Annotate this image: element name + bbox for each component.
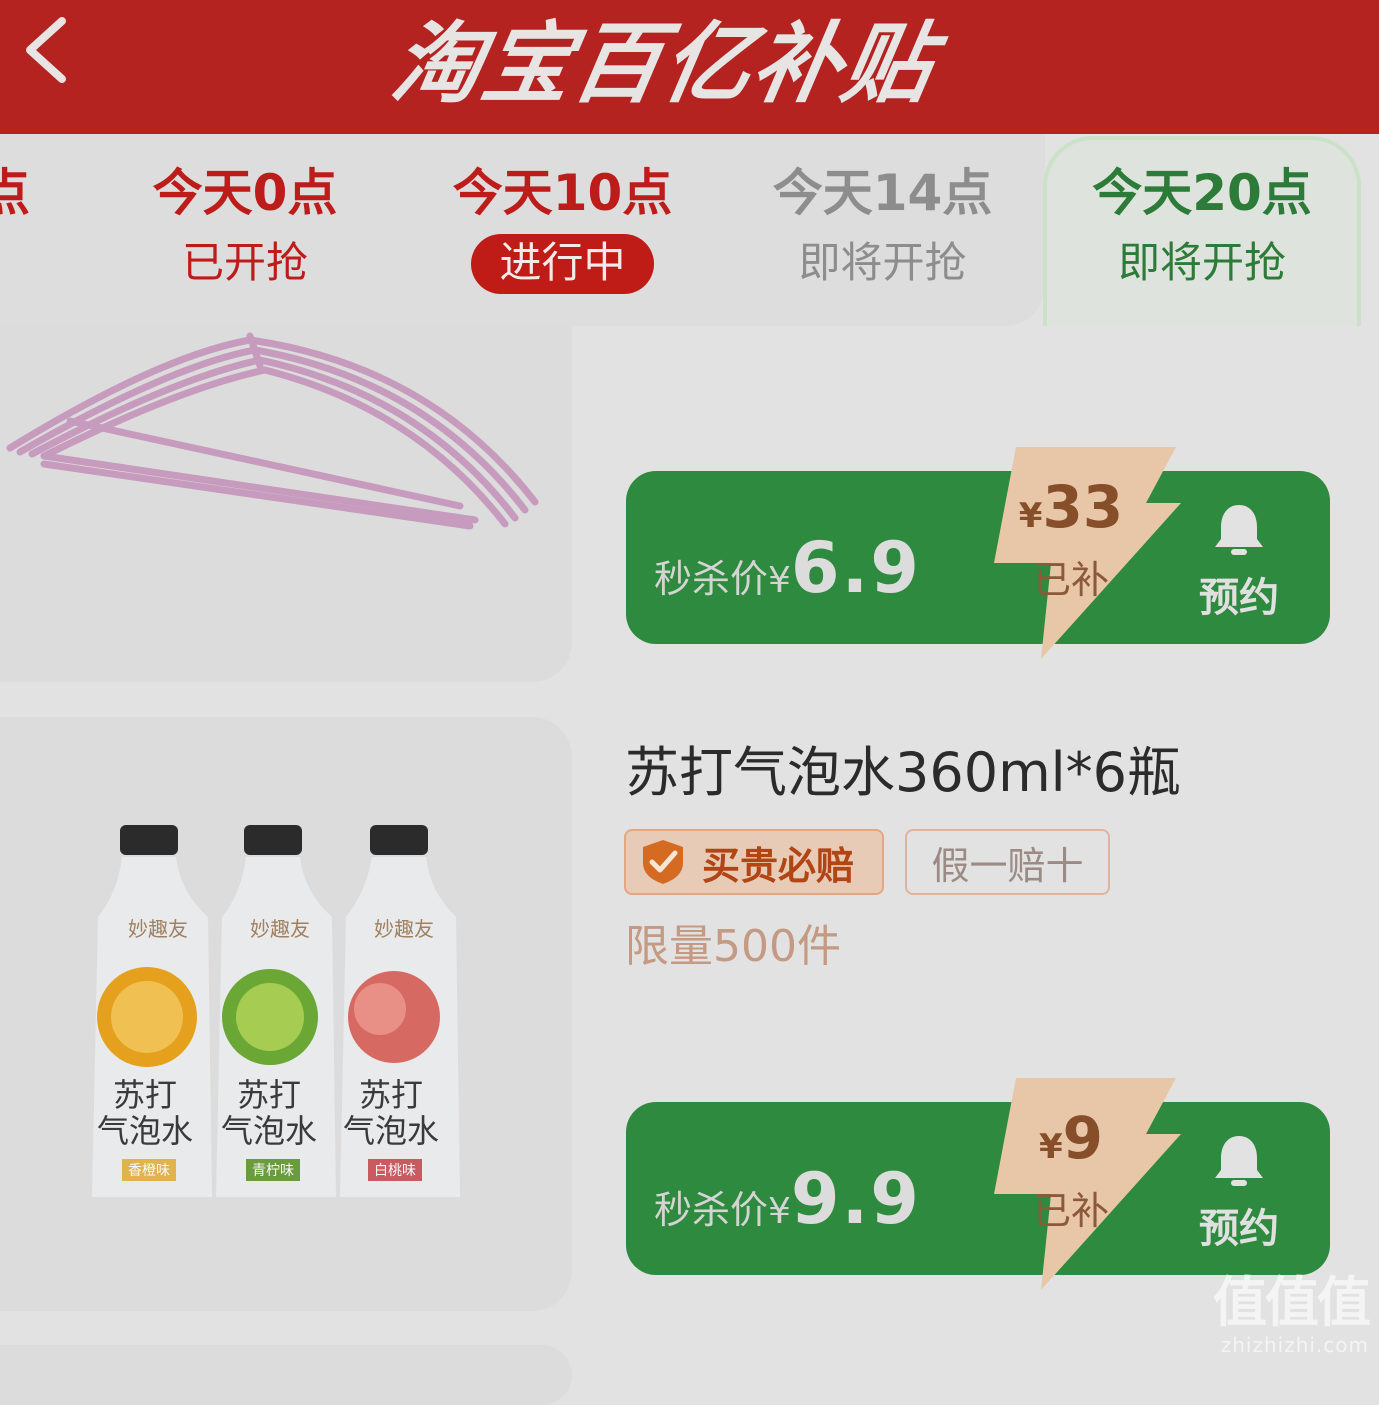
tab-time: 今天10点 <box>452 164 673 222</box>
price-value: 6.9 <box>790 527 921 609</box>
price-value: 9.9 <box>790 1158 921 1240</box>
bottle-name: 气泡水 <box>96 1112 193 1150</box>
bottle-flavor: 香橙味 <box>122 1159 176 1181</box>
watermark-site: zhizhizhi.com <box>1220 1333 1369 1357</box>
back-button[interactable] <box>10 10 80 90</box>
clothes-hanger-image <box>6 332 539 530</box>
price-label-group: 秒杀价¥9.9 <box>654 1158 921 1240</box>
tab-status: 即将开抢 <box>1117 238 1286 287</box>
bottle-brand: 妙趣友 <box>128 917 188 941</box>
tab-today-0[interactable]: 今天0点 已开抢 <box>130 160 360 300</box>
price-bar[interactable]: 秒杀价¥9.9 ¥9 已补 预约 <box>626 1078 1330 1290</box>
reserve-button[interactable]: 预约 <box>1174 501 1304 623</box>
price-label: 秒杀价 <box>654 1188 769 1232</box>
shield-check-icon <box>643 840 683 884</box>
bottle-name: 气泡水 <box>220 1112 317 1150</box>
bottle-name: 苏打 <box>236 1076 301 1114</box>
bottle-name: 苏打 <box>112 1076 177 1114</box>
tab-time: 点 <box>0 164 30 222</box>
bell-icon <box>1215 505 1263 555</box>
tab-today-10[interactable]: 今天10点 进行中 <box>440 160 685 300</box>
price-bar[interactable]: 秒杀价¥6.9 ¥33 已补 预约 <box>626 447 1330 659</box>
tab-time: 今天14点 <box>772 164 993 222</box>
bottle-name: 苏打 <box>358 1076 423 1114</box>
product-image-card[interactable] <box>0 326 572 682</box>
bottle-name: 气泡水 <box>342 1112 439 1150</box>
subsidy-label: 已补 <box>1032 558 1109 602</box>
reserve-label: 预约 <box>1199 1206 1279 1252</box>
badge-label: 假一赔十 <box>931 843 1084 888</box>
limit-quantity: 限量500件 <box>625 921 841 972</box>
bottle-brand: 妙趣友 <box>374 917 434 941</box>
product-image-card[interactable] <box>0 1345 572 1405</box>
tab-time: 今天20点 <box>1092 164 1312 222</box>
tab-today-20[interactable]: 今天20点 即将开抢 <box>1043 136 1361 326</box>
currency-symbol: ¥ <box>768 560 791 601</box>
subsidy-label: 已补 <box>1032 1189 1109 1233</box>
reserve-button[interactable]: 预约 <box>1174 1132 1304 1254</box>
tab-partial[interactable]: 点 <box>0 160 40 300</box>
watermark-logo: 值值值 <box>1213 1271 1371 1334</box>
tab-status: 即将开抢 <box>798 238 967 287</box>
price-guarantee-badge: 买贵必赔 <box>624 829 884 895</box>
product-title[interactable]: 苏打气泡水360ml*6瓶 <box>625 728 1181 807</box>
product-image-card[interactable]: 妙趣友 妙趣友 妙趣友 苏打 气泡水 苏打 气泡水 苏打 气泡水 香橙味 青柠味… <box>0 717 572 1311</box>
chevron-left-icon <box>26 17 66 83</box>
tab-today-14[interactable]: 今天14点 即将开抢 <box>760 160 1005 300</box>
bell-icon <box>1215 1136 1263 1186</box>
currency-symbol: ¥ <box>768 1191 791 1232</box>
tab-status-active-pill: 进行中 <box>471 234 654 294</box>
price-label-group: 秒杀价¥6.9 <box>654 527 921 609</box>
bottle-flavor: 青柠味 <box>246 1159 300 1181</box>
badge-label: 买贵必赔 <box>702 843 855 888</box>
price-label: 秒杀价 <box>654 557 769 601</box>
tab-status: 已开抢 <box>181 238 308 287</box>
header-bar: 淘宝百亿补贴 <box>0 0 1379 134</box>
watermark: 值值值 zhizhizhi.com <box>1213 1271 1371 1358</box>
bottle-brand: 妙趣友 <box>250 917 310 941</box>
soda-bottles-image <box>92 825 460 1197</box>
subsidy-amount: ¥33 <box>1018 473 1124 541</box>
reserve-label: 预约 <box>1199 575 1279 621</box>
page-title: 淘宝百亿补贴 <box>384 11 943 115</box>
authentic-guarantee-badge: 假一赔十 <box>905 829 1110 895</box>
tab-time: 今天0点 <box>152 164 338 222</box>
subsidy-amount: ¥9 <box>1038 1104 1104 1172</box>
bottle-flavor: 白桃味 <box>368 1159 422 1181</box>
